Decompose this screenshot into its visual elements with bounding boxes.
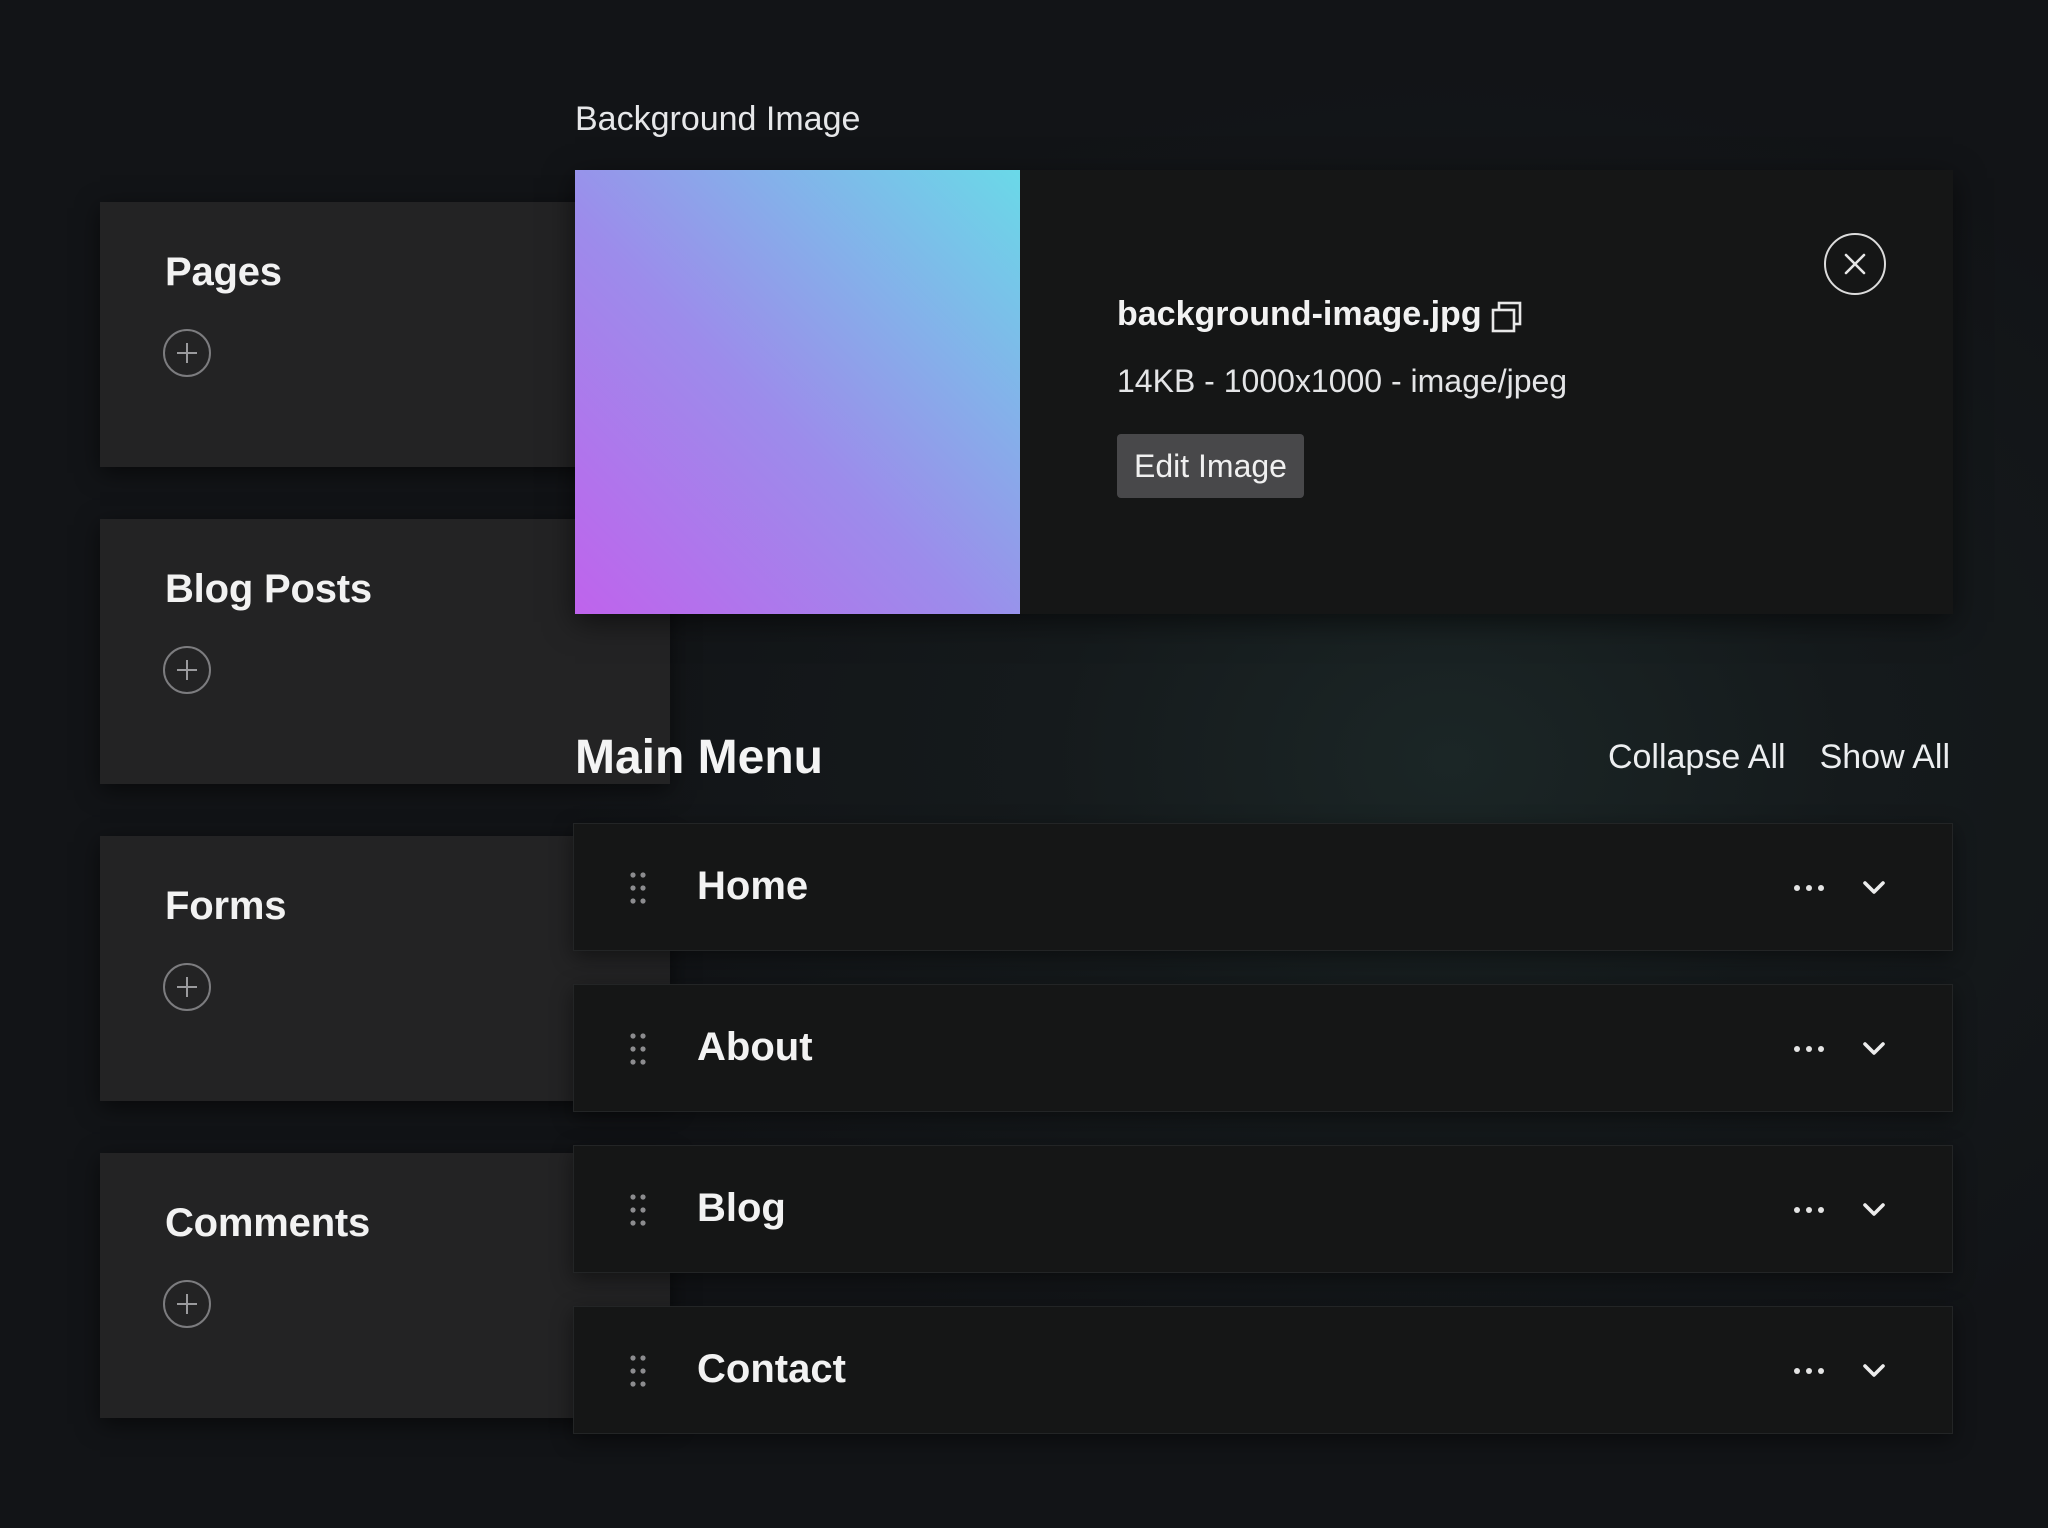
menu-actions: Collapse All Show All — [1608, 738, 1950, 777]
collection-title: Comments — [165, 1201, 371, 1245]
drag-handle-icon[interactable] — [629, 1354, 647, 1388]
menu-item-contact[interactable]: Contact — [573, 1306, 1953, 1434]
remove-image-button[interactable] — [1824, 233, 1886, 295]
chevron-down-icon[interactable] — [1860, 1196, 1888, 1224]
image-thumbnail[interactable] — [575, 170, 1020, 614]
background-image-label: Background Image — [575, 100, 861, 138]
chevron-down-icon[interactable] — [1860, 1035, 1888, 1063]
collection-title: Pages — [165, 250, 282, 294]
drag-handle-icon[interactable] — [629, 1193, 647, 1227]
main-menu-title: Main Menu — [575, 731, 823, 784]
drag-handle-icon[interactable] — [629, 871, 647, 905]
file-meta: 14KB - 1000x1000 - image/jpeg — [1117, 363, 1568, 399]
collection-title: Blog Posts — [165, 567, 372, 611]
add-blog-post-button[interactable] — [163, 646, 211, 694]
drag-handle-icon[interactable] — [629, 1032, 647, 1066]
menu-item-label: About — [697, 1025, 813, 1069]
edit-image-button[interactable]: Edit Image — [1117, 434, 1304, 498]
more-options-icon[interactable] — [1789, 878, 1829, 898]
collapse-all-button[interactable]: Collapse All — [1608, 738, 1786, 777]
more-options-icon[interactable] — [1789, 1361, 1829, 1381]
file-name: background-image.jpg — [1117, 295, 1482, 333]
add-page-button[interactable] — [163, 329, 211, 377]
menu-item-label: Contact — [697, 1347, 846, 1391]
add-form-button[interactable] — [163, 963, 211, 1011]
background-image-panel: background-image.jpg 14KB - 1000x1000 - … — [575, 170, 1953, 614]
chevron-down-icon[interactable] — [1860, 874, 1888, 902]
show-all-button[interactable]: Show All — [1820, 738, 1950, 777]
close-icon — [1844, 253, 1866, 275]
menu-item-label: Home — [697, 864, 809, 908]
more-options-icon[interactable] — [1789, 1039, 1829, 1059]
menu-item-about[interactable]: About — [573, 984, 1953, 1112]
copy-icon[interactable] — [1490, 300, 1524, 334]
menu-item-home[interactable]: Home — [573, 823, 1953, 951]
collection-title: Forms — [165, 884, 287, 928]
chevron-down-icon[interactable] — [1860, 1357, 1888, 1385]
menu-item-blog[interactable]: Blog — [573, 1145, 1953, 1273]
more-options-icon[interactable] — [1789, 1200, 1829, 1220]
menu-item-label: Blog — [697, 1186, 786, 1230]
add-comment-button[interactable] — [163, 1280, 211, 1328]
